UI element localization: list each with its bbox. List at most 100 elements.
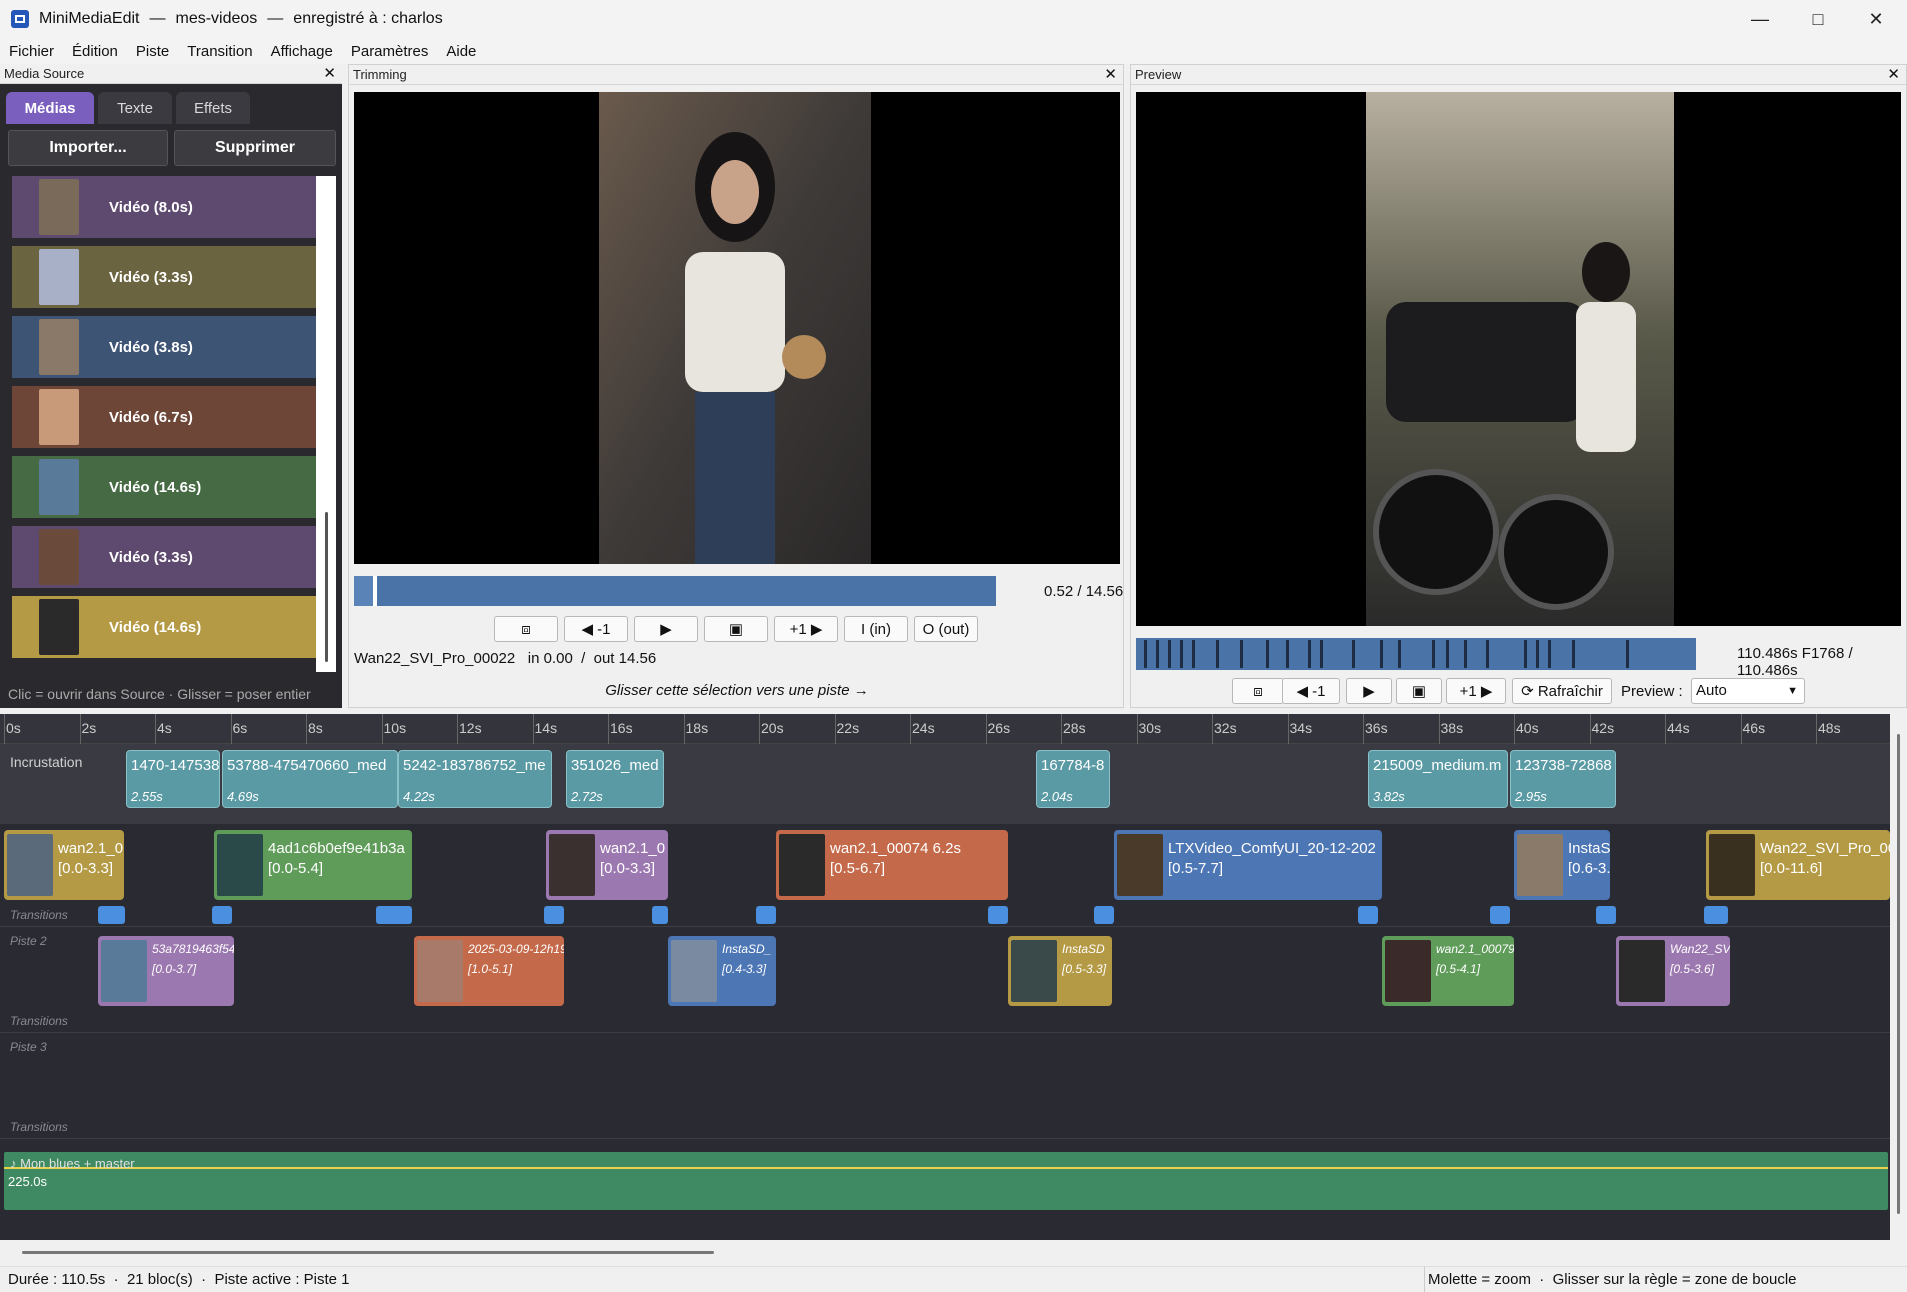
import-button[interactable]: Importer... <box>8 130 168 166</box>
menu-affichage[interactable]: Affichage <box>262 43 342 60</box>
close-icon[interactable]: ✕ <box>323 64 336 84</box>
track1-clip[interactable]: Wan22_SVI_Pro_00 [0.0-11.6] <box>1706 830 1890 900</box>
timeline-vscroll[interactable] <box>1890 714 1907 1240</box>
transition-marker[interactable] <box>1358 906 1378 924</box>
transition-marker[interactable] <box>212 906 232 924</box>
track2-clip[interactable]: InstaSD_ [0.4-3.3] <box>668 936 776 1006</box>
preview-mode-select[interactable]: Auto ▼ <box>1691 678 1805 704</box>
transition-marker[interactable] <box>988 906 1008 924</box>
clip-range: [0.5-4.1] <box>1436 962 1481 976</box>
maximize-button[interactable]: □ <box>1789 0 1847 38</box>
close-icon[interactable]: ✕ <box>1887 65 1900 85</box>
preview-video[interactable] <box>1136 92 1901 626</box>
preview-scrubber[interactable] <box>1136 638 1696 670</box>
track1-clip[interactable]: InstaS [0.6-3. <box>1514 830 1610 900</box>
trim-next-frame-button[interactable]: +1 ▶ <box>774 616 838 642</box>
media-item[interactable]: Vidéo (6.7s) <box>12 386 316 450</box>
track2-clip[interactable]: Wan22_SVI_ [0.5-3.6] <box>1616 936 1730 1006</box>
media-item-label: Vidéo (3.3s) <box>109 548 193 566</box>
media-tabs: Médias Texte Effets <box>6 92 250 124</box>
menu-parametres[interactable]: Paramètres <box>342 43 438 60</box>
close-window-button[interactable]: ✕ <box>1847 0 1905 38</box>
overlay-clip[interactable]: 5242-183786752_me 4.22s <box>398 750 552 808</box>
refresh-button[interactable]: ⟳ Rafraîchir <box>1512 678 1612 704</box>
media-item[interactable]: Vidéo (8.0s) <box>12 176 316 240</box>
scroll-thumb[interactable] <box>325 512 328 662</box>
tab-effets[interactable]: Effets <box>176 92 250 124</box>
preview-stop-button[interactable]: ▣ <box>1396 678 1442 704</box>
track1-clip[interactable]: wan2.1_00074 6.2s [0.5-6.7] <box>776 830 1008 900</box>
tab-texte[interactable]: Texte <box>98 92 172 124</box>
media-item[interactable]: Vidéo (14.6s) <box>12 456 316 520</box>
media-thumbnail <box>39 179 79 235</box>
minimize-button[interactable]: — <box>1731 0 1789 38</box>
media-item[interactable]: Vidéo (3.8s) <box>12 316 316 380</box>
preview-frame-button[interactable]: ⧈ <box>1232 678 1284 704</box>
trimming-video[interactable] <box>354 92 1120 564</box>
vscroll-thumb[interactable] <box>1897 734 1900 1214</box>
media-item[interactable]: Vidéo (14.6s) <box>12 596 316 660</box>
menu-fichier[interactable]: Fichier <box>0 43 63 60</box>
transition-marker[interactable] <box>652 906 668 924</box>
delete-button[interactable]: Supprimer <box>174 130 336 166</box>
transition-marker[interactable] <box>1596 906 1616 924</box>
menu-aide[interactable]: Aide <box>437 43 485 60</box>
cut-marker <box>1286 640 1289 668</box>
overlay-clip[interactable]: 123738-72868 2.95s <box>1510 750 1616 808</box>
cut-marker <box>1432 640 1435 668</box>
transition-marker[interactable] <box>98 906 125 924</box>
trim-in-button[interactable]: I (in) <box>844 616 908 642</box>
transition-marker[interactable] <box>1094 906 1114 924</box>
ruler-tick-label: 36s <box>1365 720 1388 736</box>
transition-marker[interactable] <box>544 906 564 924</box>
trim-prev-frame-button[interactable]: ◀ -1 <box>564 616 628 642</box>
media-item[interactable]: Vidéo (3.3s) <box>12 526 316 590</box>
overlay-clip[interactable]: 53788-475470660_med 4.69s <box>222 750 398 808</box>
tab-medias[interactable]: Médias <box>6 92 94 124</box>
transition-marker[interactable] <box>376 906 412 924</box>
menu-piste[interactable]: Piste <box>127 43 178 60</box>
trim-frame-button[interactable]: ⧈ <box>494 616 558 642</box>
transition-marker[interactable] <box>1490 906 1510 924</box>
track2-clip[interactable]: 2025-03-09-12h19 [1.0-5.1] <box>414 936 564 1006</box>
timeline[interactable]: 0s 2s 4s 6s 8s 10s 12s 14s 16s 18s 20s 22s 24s 26s 28s… <box>0 714 1907 1240</box>
track2-clip[interactable]: wan2.1_00079 [0.5-4.1] <box>1382 936 1514 1006</box>
menu-edition[interactable]: Édition <box>63 43 127 60</box>
trim-play-button[interactable]: ▶ <box>634 616 698 642</box>
ruler-tick <box>1061 714 1062 744</box>
overlay-clip[interactable]: 167784-8 2.04s <box>1036 750 1110 808</box>
track2-clip[interactable]: 53a7819463f54 [0.0-3.7] <box>98 936 234 1006</box>
track1-clip[interactable]: wan2.1_0 [0.0-3.3] <box>546 830 668 900</box>
ruler-tick-label: 8s <box>308 720 323 736</box>
trim-scrubber[interactable] <box>354 576 996 606</box>
overlay-clip[interactable]: 1470-1475380 2.55s <box>126 750 220 808</box>
audio-volume-line[interactable] <box>4 1167 1888 1169</box>
overlay-clip[interactable]: 351026_med 2.72s <box>566 750 664 808</box>
timeline-ruler[interactable]: 0s 2s 4s 6s 8s 10s 12s 14s 16s 18s 20s 22s 24s 26s 28s… <box>0 714 1907 744</box>
preview-prev-frame-button[interactable]: ◀ -1 <box>1282 678 1340 704</box>
trimming-title: Trimming <box>353 67 407 82</box>
transition-marker[interactable] <box>756 906 776 924</box>
media-item[interactable]: Vidéo (3.3s) <box>12 246 316 310</box>
timeline-hscroll[interactable] <box>0 1240 1907 1266</box>
media-scrollbar[interactable] <box>316 176 336 672</box>
trim-drag-hint[interactable]: Glisser cette sélection vers une piste → <box>354 682 1120 699</box>
preview-next-frame-button[interactable]: +1 ▶ <box>1446 678 1506 704</box>
trim-playhead[interactable] <box>373 576 377 606</box>
close-icon[interactable]: ✕ <box>1104 65 1117 85</box>
hscroll-thumb[interactable] <box>22 1251 714 1254</box>
track1-clip[interactable]: wan2.1_0 [0.0-3.3] <box>4 830 124 900</box>
preview-play-button[interactable]: ▶ <box>1346 678 1392 704</box>
track2-clip[interactable]: InstaSD [0.5-3.3] <box>1008 936 1112 1006</box>
audio-clip[interactable]: ♪ Mon blues + master 225.0s <box>4 1152 1888 1210</box>
trim-out-button[interactable]: O (out) <box>914 616 978 642</box>
ruler-tick-label: 4s <box>157 720 172 736</box>
overlay-clip-duration: 2.04s <box>1041 789 1073 804</box>
menu-transition[interactable]: Transition <box>178 43 261 60</box>
transition-marker[interactable] <box>1704 906 1728 924</box>
overlay-clip[interactable]: 215009_medium.m 3.82s <box>1368 750 1508 808</box>
trim-stop-button[interactable]: ▣ <box>704 616 768 642</box>
ruler-tick-label: 44s <box>1667 720 1690 736</box>
track1-clip[interactable]: LTXVideo_ComfyUI_20-12-202 [0.5-7.7] <box>1114 830 1382 900</box>
track1-clip[interactable]: 4ad1c6b0ef9e41b3a [0.0-5.4] <box>214 830 412 900</box>
